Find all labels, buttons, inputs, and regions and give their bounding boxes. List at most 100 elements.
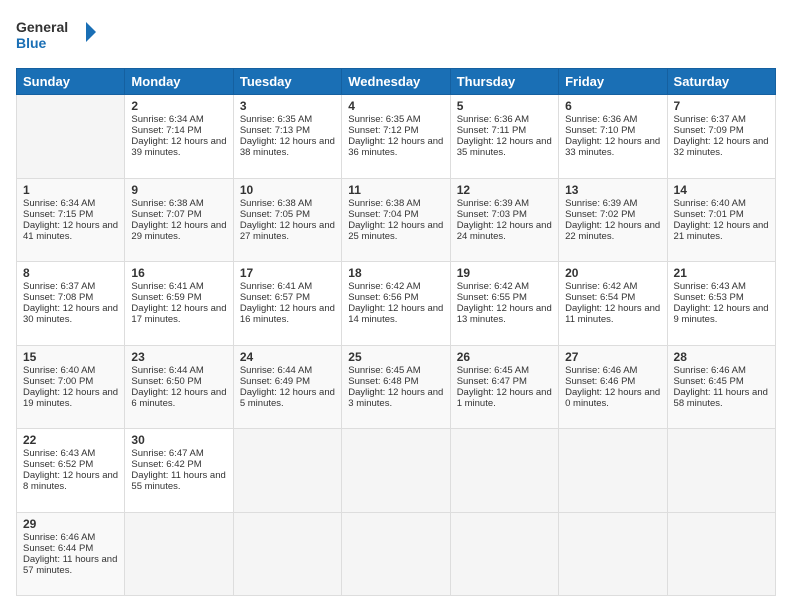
daylight-text: Daylight: 12 hours and 30 minutes.: [23, 303, 118, 325]
day-number: 21: [674, 266, 769, 280]
sunset-text: Sunset: 6:53 PM: [674, 292, 744, 303]
daylight-text: Daylight: 12 hours and 0 minutes.: [565, 387, 660, 409]
daylight-text: Daylight: 12 hours and 32 minutes.: [674, 136, 769, 158]
sunrise-text: Sunrise: 6:35 AM: [348, 114, 420, 125]
sunrise-text: Sunrise: 6:37 AM: [674, 114, 746, 125]
sunrise-text: Sunrise: 6:34 AM: [131, 114, 203, 125]
day-number: 13: [565, 183, 660, 197]
sunrise-text: Sunrise: 6:39 AM: [457, 198, 529, 209]
daylight-text: Daylight: 12 hours and 33 minutes.: [565, 136, 660, 158]
col-header-friday: Friday: [559, 69, 667, 95]
sunset-text: Sunset: 7:11 PM: [457, 125, 527, 136]
day-number: 8: [23, 266, 118, 280]
daylight-text: Daylight: 12 hours and 25 minutes.: [348, 220, 443, 242]
daylight-text: Daylight: 12 hours and 22 minutes.: [565, 220, 660, 242]
sunset-text: Sunset: 7:15 PM: [23, 209, 93, 220]
sunrise-text: Sunrise: 6:42 AM: [348, 281, 420, 292]
daylight-text: Daylight: 11 hours and 58 minutes.: [674, 387, 768, 409]
sunrise-text: Sunrise: 6:40 AM: [674, 198, 746, 209]
sunrise-text: Sunrise: 6:40 AM: [23, 365, 95, 376]
sunset-text: Sunset: 7:14 PM: [131, 125, 201, 136]
page-header: General Blue: [16, 16, 776, 58]
sunset-text: Sunset: 7:09 PM: [674, 125, 744, 136]
sunset-text: Sunset: 7:10 PM: [565, 125, 635, 136]
week-row-4: 22 Sunrise: 6:43 AM Sunset: 6:52 PM Dayl…: [17, 429, 776, 513]
sunrise-text: Sunrise: 6:46 AM: [23, 532, 95, 543]
day-cell: 1 Sunrise: 6:34 AM Sunset: 7:15 PM Dayli…: [17, 178, 125, 262]
sunset-text: Sunset: 7:08 PM: [23, 292, 93, 303]
sunset-text: Sunset: 6:59 PM: [131, 292, 201, 303]
sunset-text: Sunset: 6:55 PM: [457, 292, 527, 303]
day-number: 28: [674, 350, 769, 364]
day-cell: [233, 429, 341, 513]
day-number: 15: [23, 350, 118, 364]
svg-text:Blue: Blue: [16, 35, 47, 51]
day-number: 12: [457, 183, 552, 197]
sunrise-text: Sunrise: 6:35 AM: [240, 114, 312, 125]
day-number: 23: [131, 350, 226, 364]
day-cell: [559, 429, 667, 513]
sunset-text: Sunset: 6:54 PM: [565, 292, 635, 303]
sunset-text: Sunset: 6:57 PM: [240, 292, 310, 303]
day-cell: 16 Sunrise: 6:41 AM Sunset: 6:59 PM Dayl…: [125, 262, 233, 346]
day-cell: 24 Sunrise: 6:44 AM Sunset: 6:49 PM Dayl…: [233, 345, 341, 429]
sunrise-text: Sunrise: 6:36 AM: [457, 114, 529, 125]
day-cell: 3 Sunrise: 6:35 AM Sunset: 7:13 PM Dayli…: [233, 95, 341, 179]
daylight-text: Daylight: 12 hours and 17 minutes.: [131, 303, 226, 325]
day-cell: [233, 512, 341, 596]
day-cell: [450, 429, 558, 513]
sunset-text: Sunset: 7:13 PM: [240, 125, 310, 136]
sunset-text: Sunset: 6:52 PM: [23, 459, 93, 470]
day-cell: [559, 512, 667, 596]
day-cell: 29 Sunrise: 6:46 AM Sunset: 6:44 PM Dayl…: [17, 512, 125, 596]
sunrise-text: Sunrise: 6:38 AM: [131, 198, 203, 209]
logo-svg: General Blue: [16, 16, 96, 58]
day-number: 9: [131, 183, 226, 197]
day-number: 16: [131, 266, 226, 280]
day-cell: 26 Sunrise: 6:45 AM Sunset: 6:47 PM Dayl…: [450, 345, 558, 429]
day-number: 6: [565, 99, 660, 113]
daylight-text: Daylight: 12 hours and 36 minutes.: [348, 136, 443, 158]
day-cell: 15 Sunrise: 6:40 AM Sunset: 7:00 PM Dayl…: [17, 345, 125, 429]
day-cell: 20 Sunrise: 6:42 AM Sunset: 6:54 PM Dayl…: [559, 262, 667, 346]
daylight-text: Daylight: 12 hours and 11 minutes.: [565, 303, 660, 325]
sunrise-text: Sunrise: 6:47 AM: [131, 448, 203, 459]
sunset-text: Sunset: 7:03 PM: [457, 209, 527, 220]
daylight-text: Daylight: 11 hours and 57 minutes.: [23, 554, 117, 576]
sunrise-text: Sunrise: 6:41 AM: [240, 281, 312, 292]
col-header-monday: Monday: [125, 69, 233, 95]
daylight-text: Daylight: 12 hours and 24 minutes.: [457, 220, 552, 242]
day-cell: 7 Sunrise: 6:37 AM Sunset: 7:09 PM Dayli…: [667, 95, 775, 179]
sunrise-text: Sunrise: 6:34 AM: [23, 198, 95, 209]
day-cell: 5 Sunrise: 6:36 AM Sunset: 7:11 PM Dayli…: [450, 95, 558, 179]
sunset-text: Sunset: 6:56 PM: [348, 292, 418, 303]
sunrise-text: Sunrise: 6:44 AM: [131, 365, 203, 376]
col-header-sunday: Sunday: [17, 69, 125, 95]
sunset-text: Sunset: 6:44 PM: [23, 543, 93, 554]
week-row-2: 8 Sunrise: 6:37 AM Sunset: 7:08 PM Dayli…: [17, 262, 776, 346]
day-cell: [342, 429, 450, 513]
day-cell: 2 Sunrise: 6:34 AM Sunset: 7:14 PM Dayli…: [125, 95, 233, 179]
daylight-text: Daylight: 12 hours and 13 minutes.: [457, 303, 552, 325]
day-cell: 4 Sunrise: 6:35 AM Sunset: 7:12 PM Dayli…: [342, 95, 450, 179]
day-number: 3: [240, 99, 335, 113]
sunset-text: Sunset: 7:07 PM: [131, 209, 201, 220]
daylight-text: Daylight: 12 hours and 6 minutes.: [131, 387, 226, 409]
day-cell: 25 Sunrise: 6:45 AM Sunset: 6:48 PM Dayl…: [342, 345, 450, 429]
sunrise-text: Sunrise: 6:36 AM: [565, 114, 637, 125]
sunset-text: Sunset: 7:00 PM: [23, 376, 93, 387]
day-cell: [17, 95, 125, 179]
sunrise-text: Sunrise: 6:42 AM: [457, 281, 529, 292]
day-number: 24: [240, 350, 335, 364]
col-header-saturday: Saturday: [667, 69, 775, 95]
day-number: 27: [565, 350, 660, 364]
sunrise-text: Sunrise: 6:37 AM: [23, 281, 95, 292]
day-number: 5: [457, 99, 552, 113]
day-cell: 11 Sunrise: 6:38 AM Sunset: 7:04 PM Dayl…: [342, 178, 450, 262]
day-cell: 22 Sunrise: 6:43 AM Sunset: 6:52 PM Dayl…: [17, 429, 125, 513]
day-number: 10: [240, 183, 335, 197]
daylight-text: Daylight: 12 hours and 16 minutes.: [240, 303, 335, 325]
day-cell: 6 Sunrise: 6:36 AM Sunset: 7:10 PM Dayli…: [559, 95, 667, 179]
day-cell: 18 Sunrise: 6:42 AM Sunset: 6:56 PM Dayl…: [342, 262, 450, 346]
day-cell: [667, 512, 775, 596]
